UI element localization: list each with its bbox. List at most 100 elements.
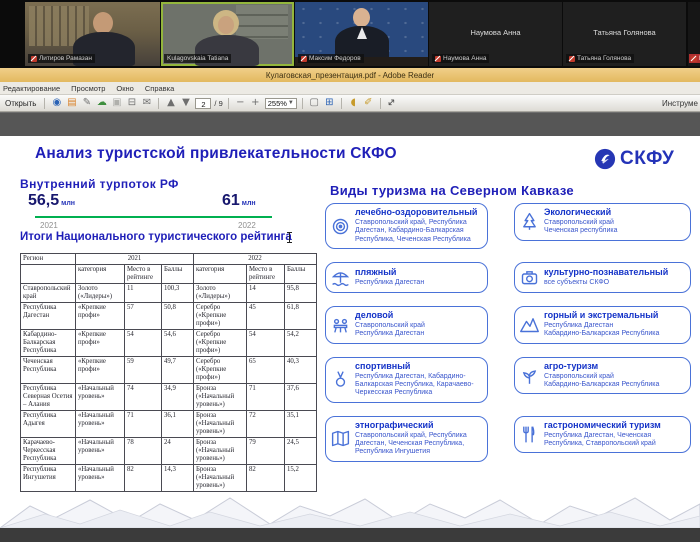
flow-value-2021: 56,5млн	[28, 192, 75, 210]
card-regions: все субъекты СКФО	[544, 279, 668, 287]
card-title: агро-туризм	[544, 362, 659, 372]
place-2022-cell: 71	[247, 384, 285, 411]
category-2021-cell: «Начальный уровень»	[76, 465, 125, 492]
document-background	[0, 112, 700, 137]
tourism-type-cards: лечебно-оздоровительный Ставропольский к…	[325, 203, 691, 462]
region-cell: Кабардино-Балкарская Республика	[21, 330, 76, 357]
toolbar-icon[interactable]: ☁	[95, 97, 108, 110]
cutlery-icon	[519, 424, 540, 445]
tourism-types-heading: Виды туризма на Северном Кавказе	[330, 183, 574, 198]
place-2021-cell: 59	[125, 357, 162, 384]
card-regions: Ставропольский край Республика Дагестан	[355, 322, 425, 339]
tourism-card: пляжный Республика Дагестан	[325, 262, 488, 293]
card-title: деловой	[355, 311, 425, 321]
score-2021-cell: 49,7	[162, 357, 194, 384]
window-title: Кулаговская_презентация.pdf - Adobe Read…	[266, 71, 434, 80]
view-mode-group: ▢⊞	[308, 97, 336, 110]
toolbar-icon[interactable]: ✎	[80, 97, 93, 110]
tourism-flow-heading: Внутренний турпоток РФ	[20, 177, 179, 191]
toolbar-icon[interactable]: ▤	[65, 97, 78, 110]
score-2022-cell: 35,1	[285, 411, 317, 438]
zoom-icon[interactable]: −	[234, 97, 247, 110]
fullscreen-icon[interactable]: ↔	[383, 95, 401, 112]
participant-tile-6[interactable]: Б	[688, 2, 700, 66]
chevron-down-icon[interactable]: ▼	[288, 98, 294, 109]
category-2022-cell: Бронза («Начальный уровень»)	[194, 411, 247, 438]
tourism-card: культурно-познавательный все субъекты СК…	[514, 262, 691, 293]
menu-item[interactable]: Окно	[116, 84, 133, 93]
comment-icon[interactable]: ◖	[347, 97, 360, 110]
card-regions: Ставропольский край, Республика Дагестан…	[355, 432, 482, 457]
zoom-icon[interactable]: +	[249, 97, 262, 110]
category-2022-cell: Серебро («Крепкие профи»)	[194, 330, 247, 357]
score-2021-cell: 54,6	[162, 330, 194, 357]
participant-tile-4[interactable]: Наумова Анна Наумова Анна	[429, 2, 562, 66]
participant-name-label: Наумова Анна	[432, 54, 489, 63]
score-2021-cell: 100,3	[162, 284, 194, 303]
card-title: пляжный	[355, 268, 424, 278]
participant-tile-2[interactable]: Kulagovskaia Tatiana	[161, 2, 294, 66]
category-2021-cell: «Начальный уровень»	[76, 438, 125, 465]
table-row: Кабардино-Балкарская Республика «Крепкие…	[21, 330, 317, 357]
page-number-input[interactable]: 2	[195, 98, 211, 109]
flow-value-2022: 61млн	[222, 192, 256, 210]
beach-umbrella-icon	[330, 267, 351, 288]
open-button[interactable]: Открыть	[2, 98, 39, 109]
university-logo: СКФУ	[594, 148, 674, 170]
region-cell: Республика Адыгея	[21, 411, 76, 438]
page-nav-icon[interactable]: ▲	[164, 97, 177, 110]
category-2022-cell: Золото («Лидеры»)	[194, 284, 247, 303]
participant-tile-1[interactable]: Литиров Рамазан	[25, 2, 160, 66]
toolbar-icon[interactable]: ⊟	[125, 97, 138, 110]
toolbar-icon[interactable]: ✉	[140, 97, 153, 110]
region-cell: Республика Ингушетия	[21, 465, 76, 492]
map-icon	[330, 428, 351, 449]
window-titlebar[interactable]: Кулаговская_презентация.pdf - Adobe Read…	[0, 68, 700, 82]
text-cursor	[286, 232, 293, 243]
toolbar-icon[interactable]: ▣	[110, 97, 123, 110]
toolbar: Открыть ◉▤✎☁▣⊟✉ ▲▼ 2 / 9 −+ 255% ▼ ▢⊞ ◖✐…	[0, 95, 700, 112]
meeting-icon	[330, 314, 351, 335]
place-2021-cell: 82	[125, 465, 162, 492]
menu-item[interactable]: Редактирование	[3, 84, 60, 93]
card-title: гастрономический туризм	[544, 421, 685, 431]
comment-icon[interactable]: ✐	[362, 97, 375, 110]
category-2021-cell: «Начальный уровень»	[76, 384, 125, 411]
card-regions: Ставропольский край Кабардино-Балкарская…	[544, 373, 659, 390]
flow-year-2021: 2021	[40, 221, 58, 230]
menu-item[interactable]: Просмотр	[71, 84, 105, 93]
column-header: Регион	[21, 254, 76, 265]
category-2022-cell: Бронза («Начальный уровень»)	[194, 438, 247, 465]
card-title: этнографический	[355, 421, 482, 431]
medal-icon	[330, 369, 351, 390]
category-2021-cell: Золото («Лидеры»)	[76, 284, 125, 303]
place-2021-cell: 71	[125, 411, 162, 438]
zoom-level-select[interactable]: 255% ▼	[265, 98, 297, 109]
score-2021-cell: 34,9	[162, 384, 194, 411]
view-mode-icon[interactable]: ⊞	[323, 97, 336, 110]
plant-icon	[519, 365, 540, 386]
category-2021-cell: «Крепкие профи»	[76, 357, 125, 384]
participant-tile-5[interactable]: Татьяна Голянова Татьяна Голянова	[563, 2, 686, 66]
logo-text: СКФУ	[620, 148, 674, 170]
tools-panel-button[interactable]: Инструме	[662, 99, 698, 108]
view-mode-icon[interactable]: ▢	[308, 97, 321, 110]
place-2021-cell: 57	[125, 303, 162, 330]
muted-mic-icon	[569, 56, 575, 62]
region-cell: Чеченская Республика	[21, 357, 76, 384]
tourism-card: Экологический Ставропольский край Чеченс…	[514, 203, 691, 241]
page-nav-icon[interactable]: ▼	[179, 97, 192, 110]
participant-tile-3[interactable]: Максим Федоров	[295, 2, 428, 66]
spa-icon	[330, 216, 351, 237]
toolbar-icon[interactable]: ◉	[50, 97, 63, 110]
column-header: Баллы	[285, 265, 317, 284]
tourism-card: деловой Ставропольский край Республика Д…	[325, 306, 488, 344]
card-title: культурно-познавательный	[544, 268, 668, 278]
column-header: категория	[194, 265, 247, 284]
toolbar-separator	[44, 98, 45, 109]
menu-item[interactable]: Справка	[145, 84, 174, 93]
eco-tree-icon	[519, 211, 540, 232]
table-row: Ставропольский край Золото («Лидеры») 11…	[21, 284, 317, 303]
score-2021-cell: 24	[162, 438, 194, 465]
score-2022-cell: 95,8	[285, 284, 317, 303]
